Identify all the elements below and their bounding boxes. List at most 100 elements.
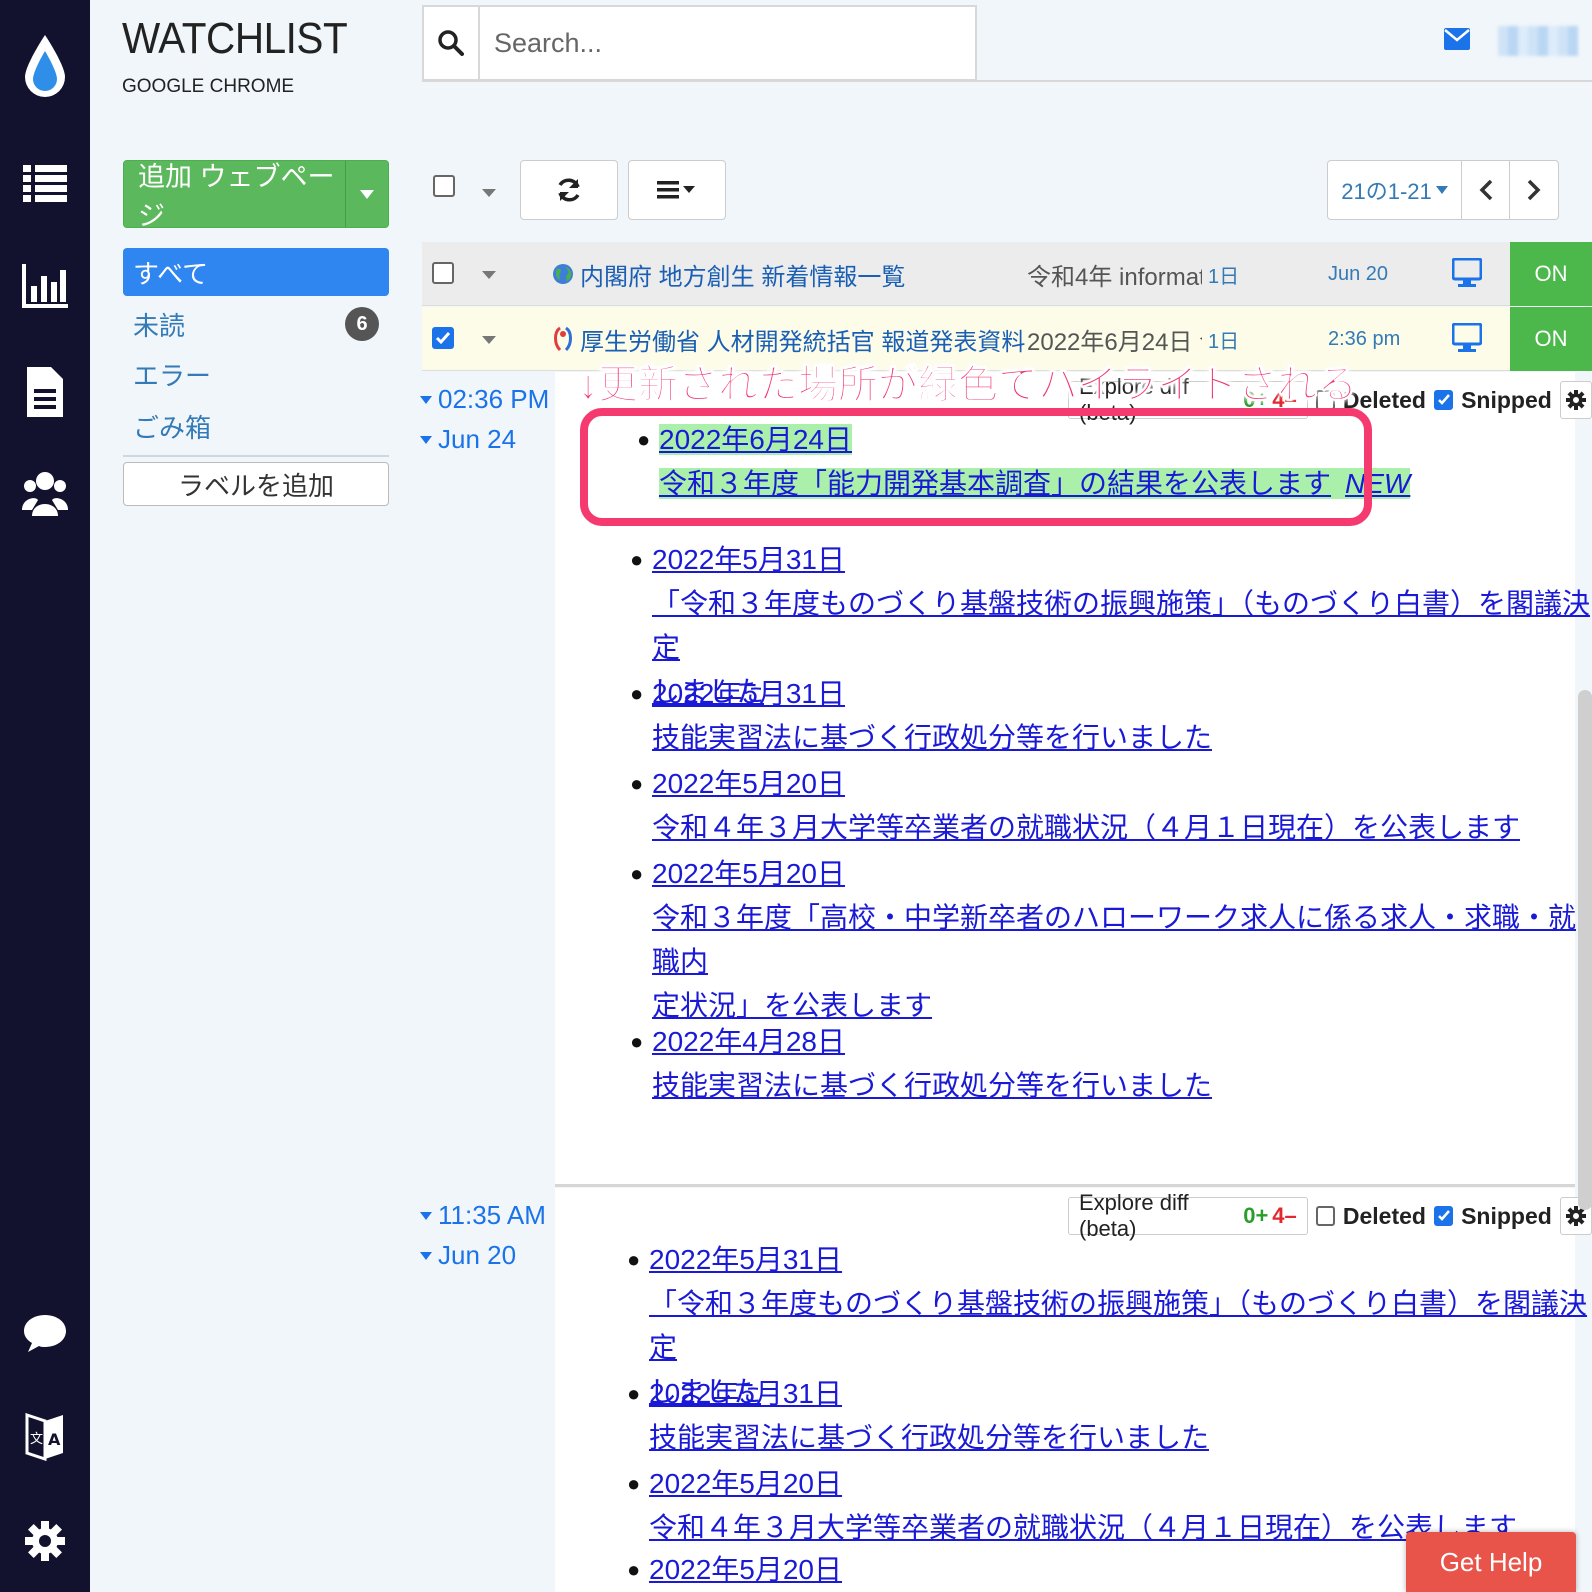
row-checkbox[interactable] bbox=[432, 262, 454, 284]
caret-down-icon bbox=[420, 395, 432, 404]
document-icon[interactable] bbox=[0, 366, 90, 418]
history-date[interactable]: Jun 24 bbox=[420, 424, 516, 455]
filter-all[interactable]: すべて bbox=[123, 248, 389, 296]
chevron-right-icon bbox=[1527, 179, 1541, 201]
entry-title-link[interactable]: 技能実習法に基づく行政処分等を行いました bbox=[652, 722, 1212, 753]
entry-date-link[interactable]: 2022年5月20日 bbox=[652, 858, 845, 889]
filter-unread[interactable]: 未読 6 bbox=[123, 300, 389, 348]
nav-divider bbox=[123, 455, 389, 457]
explore-diff-button[interactable]: Explore diff (beta) 0+ 4– bbox=[1068, 1190, 1308, 1241]
app-title: WATCHLIST bbox=[122, 14, 348, 63]
diff-settings-gear-icon[interactable] bbox=[1559, 381, 1592, 419]
list-item: ● 2022年5月20日 bbox=[627, 1548, 842, 1592]
row-menu-caret-icon[interactable] bbox=[482, 336, 496, 344]
snipped-checkbox[interactable] bbox=[1433, 390, 1454, 410]
row-menu-caret-icon[interactable] bbox=[482, 271, 496, 279]
history-time[interactable]: 02:36 PM bbox=[420, 384, 549, 415]
translate-icon[interactable]: 文A bbox=[0, 1410, 90, 1462]
check-icon bbox=[1438, 1210, 1450, 1221]
prev-page-button[interactable] bbox=[1462, 161, 1510, 219]
get-help-button[interactable]: Get Help bbox=[1406, 1532, 1576, 1592]
entry-date-link[interactable]: 2022年5月31日 bbox=[652, 544, 845, 575]
entry-date-link[interactable]: 2022年5月31日 bbox=[649, 1378, 842, 1409]
removed-count: 4– bbox=[1272, 1203, 1297, 1228]
status-toggle[interactable]: ON bbox=[1510, 242, 1592, 306]
scrollbar-thumb[interactable] bbox=[1578, 690, 1592, 1210]
menu-icon bbox=[657, 181, 695, 199]
list-icon[interactable] bbox=[0, 160, 90, 206]
select-all-checkbox[interactable] bbox=[433, 175, 455, 197]
users-icon[interactable] bbox=[0, 468, 90, 520]
entry-date-link[interactable]: 2022年5月20日 bbox=[652, 768, 845, 799]
search-icon[interactable] bbox=[424, 7, 480, 79]
chevron-down-icon[interactable] bbox=[346, 161, 388, 227]
bullet: ● bbox=[630, 547, 644, 572]
row-checkbox[interactable] bbox=[432, 327, 454, 349]
add-label-button[interactable]: ラベルを追加 bbox=[123, 462, 389, 506]
search-input[interactable] bbox=[494, 7, 964, 79]
row-title[interactable]: 内閣府 地方創生 新着情報一覧 bbox=[552, 242, 905, 306]
filter-trash[interactable]: ごみ箱 bbox=[123, 402, 389, 450]
mhlw-favicon-icon bbox=[554, 326, 572, 352]
row-date: Jun 20 bbox=[1328, 262, 1389, 285]
added-count: 0+ bbox=[1243, 1203, 1269, 1228]
table-row[interactable]: 内閣府 地方創生 新着情報一覧 令和4年 informatio 1日 Jun 2… bbox=[422, 242, 1592, 306]
entry-date-link[interactable]: 2022年5月31日 bbox=[652, 678, 845, 709]
list-item: ● 2022年4月28日 技能実習法に基づく行政処分等を行いました bbox=[630, 1020, 1212, 1108]
history-time[interactable]: 11:35 AM bbox=[420, 1200, 546, 1231]
entry-title-link[interactable]: 定状況」を公表します bbox=[652, 990, 932, 1021]
entry-date-link[interactable]: 2022年5月31日 bbox=[649, 1244, 842, 1275]
select-menu-caret-icon[interactable] bbox=[482, 189, 496, 197]
svg-text:文: 文 bbox=[30, 1432, 43, 1447]
entry-title-link[interactable]: 「令和３年度ものづくり基盤技術の振興施策」（ものづくり白書）を閣議決定 bbox=[649, 1288, 1587, 1363]
mail-icon[interactable] bbox=[1444, 28, 1470, 55]
row-title-text: 内閣府 地方創生 新着情報一覧 bbox=[580, 263, 906, 291]
caret-down-icon bbox=[420, 1211, 432, 1220]
row-frequency: 1日 bbox=[1208, 265, 1240, 288]
snipped-checkbox[interactable] bbox=[1433, 1206, 1454, 1226]
logo-drop-icon[interactable] bbox=[0, 28, 90, 104]
unread-count-badge: 6 bbox=[345, 307, 379, 341]
chat-icon[interactable] bbox=[0, 1310, 90, 1356]
refresh-button[interactable] bbox=[520, 160, 618, 220]
globe-favicon-icon bbox=[553, 264, 573, 284]
list-item: ● 2022年5月31日 技能実習法に基づく行政処分等を行いました bbox=[627, 1372, 1209, 1460]
caret-down-icon bbox=[420, 435, 432, 444]
svg-text:A: A bbox=[48, 1430, 61, 1449]
bullet: ● bbox=[627, 1471, 641, 1496]
actions-menu-button[interactable] bbox=[628, 160, 726, 220]
list-item: ● 2022年5月20日 令和３年度「高校・中学新卒者のハローワーク求人に係る求… bbox=[630, 852, 1592, 1028]
refresh-icon bbox=[558, 178, 580, 202]
deleted-checkbox[interactable] bbox=[1315, 1206, 1335, 1226]
history-time-text: 02:36 PM bbox=[438, 384, 550, 414]
entry-title-link[interactable]: 令和４年３月大学等卒業者の就職状況（４月１日現在）を公表します bbox=[652, 812, 1520, 843]
next-page-button[interactable] bbox=[1510, 161, 1558, 219]
entry-title-link[interactable]: 技能実習法に基づく行政処分等を行いました bbox=[652, 1070, 1212, 1101]
explore-diff-label: Explore diff (beta) bbox=[1079, 1190, 1189, 1241]
diff-controls: Explore diff (beta) 0+ 4– Deleted Snipped bbox=[1068, 1190, 1592, 1241]
page-count-label: 21の1-21 bbox=[1341, 179, 1432, 204]
status-toggle[interactable]: ON bbox=[1510, 307, 1592, 371]
entry-date-link[interactable]: 2022年5月20日 bbox=[649, 1554, 842, 1585]
filter-errors[interactable]: エラー bbox=[123, 350, 389, 398]
snipped-label: Snipped bbox=[1461, 1202, 1552, 1229]
bar-chart-icon[interactable] bbox=[0, 262, 90, 310]
entry-date-link[interactable]: 2022年5月20日 bbox=[649, 1468, 842, 1499]
settings-gear-icon[interactable] bbox=[0, 1516, 90, 1566]
monitor-icon[interactable] bbox=[1451, 322, 1483, 358]
entry-title-link[interactable]: 令和４年３月大学等卒業者の就職状況（４月１日現在）を公表します bbox=[649, 1512, 1517, 1543]
monitor-icon[interactable] bbox=[1451, 257, 1483, 293]
icon-rail: 文A bbox=[0, 0, 90, 1592]
user-avatar[interactable] bbox=[1498, 26, 1578, 56]
entry-title-link[interactable]: 「令和３年度ものづくり基盤技術の振興施策」（ものづくり白書）を閣議決定 bbox=[652, 588, 1590, 663]
add-webpage-button[interactable]: 追加 ウェブページ bbox=[123, 160, 389, 231]
entry-title-link[interactable]: 技能実習法に基づく行政処分等を行いました bbox=[649, 1422, 1209, 1453]
annotation-frame bbox=[580, 408, 1372, 526]
list-item: ● 2022年5月20日 令和４年３月大学等卒業者の就職状況（４月１日現在）を公… bbox=[627, 1462, 1517, 1550]
app-subtitle: GOOGLE CHROME bbox=[122, 76, 295, 97]
history-date[interactable]: Jun 20 bbox=[420, 1240, 516, 1271]
page-count-dropdown[interactable]: 21の1-21 bbox=[1328, 161, 1462, 219]
bullet: ● bbox=[630, 1029, 644, 1054]
entry-title-link[interactable]: 令和３年度「高校・中学新卒者のハローワーク求人に係る求人・求職・就職内 bbox=[652, 902, 1576, 977]
entry-date-link[interactable]: 2022年4月28日 bbox=[652, 1026, 845, 1057]
